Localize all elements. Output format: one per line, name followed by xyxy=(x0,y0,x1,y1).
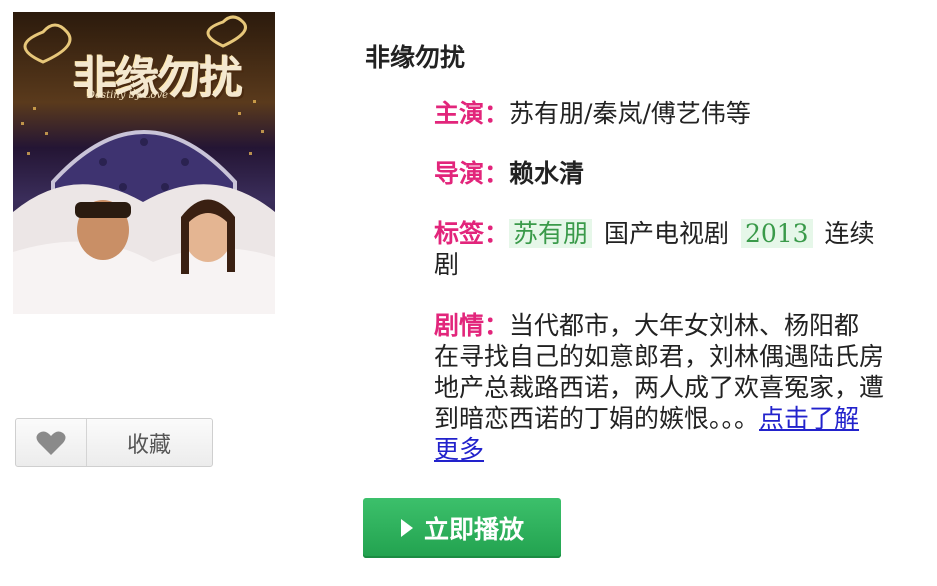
tag-item[interactable]: 国产电视剧 xyxy=(600,219,733,248)
show-poster[interactable]: 非缘勿扰 Destiny by Love xyxy=(13,12,275,314)
favorite-button[interactable]: 收藏 xyxy=(15,418,213,467)
plot-row: 剧情：当代都市，大年女刘林、杨阳都在寻找自己的如意郎君，刘林偶遇陆氏房地产总裁路… xyxy=(434,310,884,465)
tags-label: 标签： xyxy=(434,219,510,248)
cast-row: 主演：苏有朋/秦岚/傅艺伟等 xyxy=(434,98,884,129)
director-value[interactable]: 赖水清 xyxy=(509,159,584,188)
tag-item[interactable]: 苏有朋 xyxy=(509,219,593,248)
favorite-label: 收藏 xyxy=(126,432,171,458)
play-now-label: 立即播放 xyxy=(423,515,524,544)
plot-label: 剧情： xyxy=(434,311,510,340)
play-now-button[interactable]: 立即播放 xyxy=(363,498,561,558)
director-row: 导演：赖水清 xyxy=(434,158,884,189)
cast-label: 主演： xyxy=(434,99,510,128)
play-icon xyxy=(400,519,413,537)
show-title: 非缘勿扰 xyxy=(365,43,466,72)
director-label: 导演： xyxy=(434,159,510,188)
heart-icon xyxy=(36,431,66,455)
heart-icon-wrap xyxy=(16,419,87,466)
tags-row: 标签： 苏有朋 国产电视剧 2013 连续剧 xyxy=(434,218,884,280)
tag-item[interactable]: 2013 xyxy=(740,219,813,248)
poster-subtitle-art: Destiny by Love xyxy=(87,90,169,101)
cast-value: 苏有朋/秦岚/傅艺伟等 xyxy=(509,99,751,128)
